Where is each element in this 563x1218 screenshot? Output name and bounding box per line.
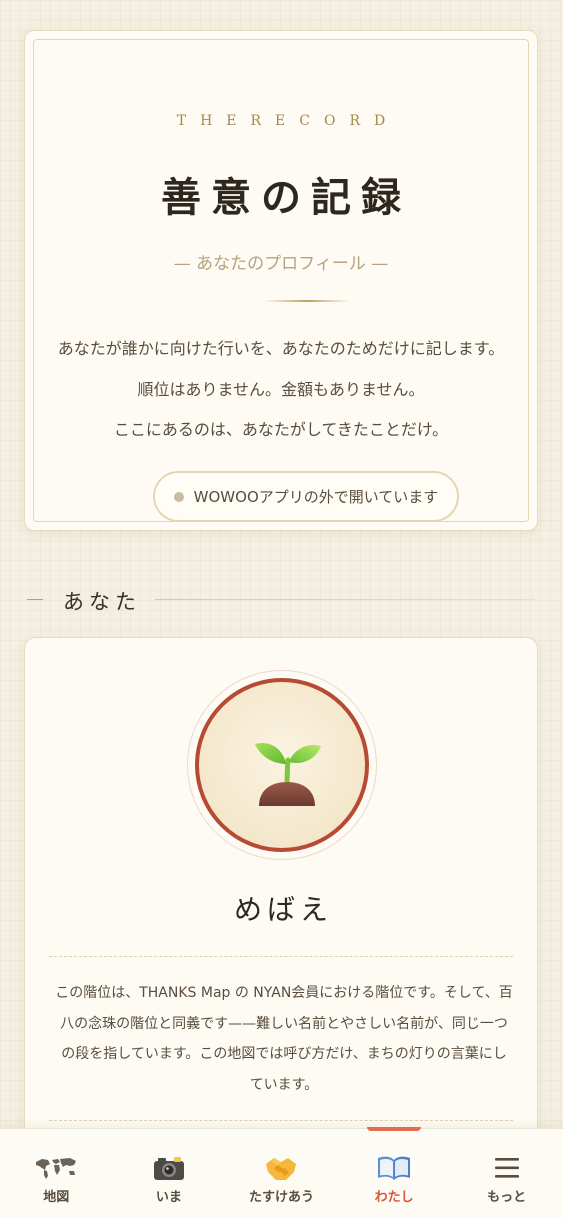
nav-item-me[interactable]: わたし [338,1127,451,1218]
hero-eyebrow: THERECORD [176,113,400,129]
dashed-divider [49,956,513,957]
status-dot-icon [173,491,184,502]
nav-item-map[interactable]: 地図 [0,1129,113,1218]
external-browser-badge-label: WOWOOアプリの外で開いています [193,488,439,506]
nav-label: たすけあう [248,1190,314,1205]
handshake-icon [264,1153,298,1183]
sprout-icon [255,742,321,806]
hero-divider [263,300,351,302]
nav-label: もっと [487,1190,527,1205]
active-tab-indicator [367,1127,422,1131]
external-browser-badge: WOWOOアプリの外で開いています [153,471,459,522]
rank-emblem [195,678,369,852]
hero-card: THERECORD 善意の記録 — あなたのプロフィール — あなたが誰かに向け… [24,30,538,531]
nav-label: いま [155,1190,182,1205]
camera-icon [152,1153,186,1183]
nav-item-now[interactable]: いま [113,1129,226,1218]
nav-label: 地図 [43,1190,70,1205]
rank-description: この階位は、THANKS Map の NYAN会員における階位です。そして、百八… [55,985,513,1093]
hero-text-line: ここにあるのは、あなたがしてきたことだけ。 [113,420,449,439]
hero-text-line: あなたが誰かに向けた行いを、あなたのためだけに記します。 [57,339,505,358]
profile-card: めばえ この階位は、THANKS Map の NYAN会員における階位です。そし… [24,637,538,1177]
hero-text-line: 順位はありません。金額もありません。 [137,380,425,399]
book-icon [376,1153,412,1183]
bottom-nav: 地図 いま たすけあう わたし もっと [0,1127,563,1218]
menu-icon [493,1153,521,1183]
section-title: あなた [63,590,141,614]
nav-item-help[interactable]: たすけあう [225,1129,338,1218]
rank-name: めばえ [233,893,333,926]
dashed-divider [49,1120,513,1121]
section-header: あなた [27,584,535,616]
hero-subtitle: — あなたのプロフィール — [173,254,389,274]
nav-item-more[interactable]: もっと [450,1129,563,1218]
nav-label: わたし [374,1190,414,1205]
world-map-icon [34,1153,78,1183]
hero-inner-frame [33,39,529,522]
section-dash [27,599,43,600]
page-title: 善意の記録 [161,174,411,221]
section-rule [155,599,535,600]
